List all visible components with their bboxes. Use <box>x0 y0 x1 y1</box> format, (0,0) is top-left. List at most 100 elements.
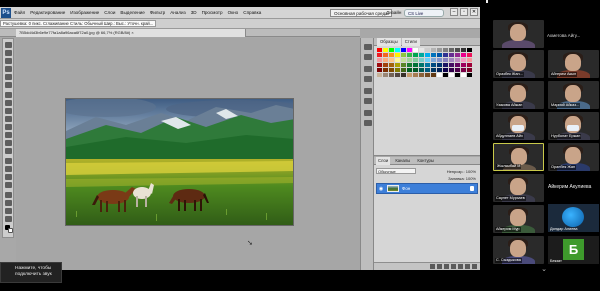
adjustments-panel-icon[interactable] <box>364 66 372 72</box>
color-swatch[interactable] <box>413 58 418 62</box>
clone-stamp-tool-icon[interactable] <box>5 108 12 114</box>
participant-tile[interactable]: Айгерим Акыл <box>548 50 599 78</box>
menu-image[interactable]: Изображение <box>70 7 99 19</box>
color-swatch[interactable] <box>383 68 388 72</box>
color-swatch[interactable] <box>431 68 436 72</box>
3d-camera-tool-icon[interactable] <box>5 200 12 206</box>
color-swatch[interactable] <box>467 68 472 72</box>
opacity-field[interactable]: Непрозр.: 100% <box>447 168 476 175</box>
participant-name-card[interactable]: Айкерим Акулиева <box>548 184 600 190</box>
color-swatch[interactable] <box>437 48 442 52</box>
gradient-tool-icon[interactable] <box>5 132 12 138</box>
chevron-down-icon[interactable]: ⌄ <box>538 266 550 274</box>
eye-icon[interactable]: ◉ <box>378 186 384 192</box>
color-swatch[interactable] <box>383 73 388 77</box>
color-swatch[interactable] <box>425 53 430 57</box>
color-swatch[interactable] <box>377 53 382 57</box>
color-swatch[interactable] <box>443 48 448 52</box>
tab-layers[interactable]: Слои <box>376 157 391 165</box>
minimize-button[interactable]: – <box>450 8 458 16</box>
document-tab[interactable]: 7B5dd4d3b6e9e77fa1a8a96aca6f72a0.jpg @ 6… <box>16 29 246 37</box>
color-swatch[interactable] <box>413 53 418 57</box>
color-swatch[interactable] <box>449 63 454 67</box>
color-swatch[interactable] <box>395 58 400 62</box>
color-swatch[interactable] <box>431 63 436 67</box>
zoom-tool-icon[interactable] <box>5 216 12 222</box>
color-swatch[interactable] <box>395 48 400 52</box>
color-swatch[interactable] <box>401 58 406 62</box>
color-swatch[interactable] <box>377 63 382 67</box>
brush-tool-icon[interactable] <box>5 100 12 106</box>
participant-tile[interactable]: Оралбек Жан <box>548 143 599 171</box>
color-swatch[interactable] <box>449 53 454 57</box>
color-swatch[interactable] <box>425 48 430 52</box>
new-layer-icon[interactable] <box>465 264 470 269</box>
color-panel-icon[interactable] <box>364 88 372 94</box>
color-swatch[interactable] <box>437 73 442 77</box>
color-swatch[interactable] <box>431 48 436 52</box>
color-swatch[interactable] <box>383 58 388 62</box>
history-brush-tool-icon[interactable] <box>5 116 12 122</box>
color-swatch[interactable] <box>389 68 394 72</box>
paragraph-panel-icon[interactable] <box>364 120 372 126</box>
type-tool-icon[interactable] <box>5 166 12 172</box>
color-swatch[interactable] <box>425 68 430 72</box>
blur-tool-icon[interactable] <box>5 140 12 146</box>
color-swatch[interactable] <box>431 58 436 62</box>
unmute-tooltip[interactable]: Нажмите, чтобы подключить звук <box>0 262 62 283</box>
color-swatch[interactable] <box>413 73 418 77</box>
color-swatch[interactable] <box>455 68 460 72</box>
color-swatch[interactable] <box>383 48 388 52</box>
color-swatch[interactable] <box>413 63 418 67</box>
color-swatch[interactable] <box>389 58 394 62</box>
color-swatch[interactable] <box>401 53 406 57</box>
color-swatch[interactable] <box>395 73 400 77</box>
color-swatch[interactable] <box>401 48 406 52</box>
color-swatch[interactable] <box>449 58 454 62</box>
tab-paths[interactable]: Контуры <box>415 157 435 165</box>
color-swatch[interactable] <box>377 73 382 77</box>
path-select-tool-icon[interactable] <box>5 174 12 180</box>
color-swatch[interactable] <box>467 63 472 67</box>
color-swatch[interactable] <box>461 73 466 77</box>
menu-help[interactable]: Справка <box>243 7 261 19</box>
workspace-button[interactable]: Основная рабочая среда <box>330 9 392 17</box>
color-swatch[interactable] <box>443 63 448 67</box>
color-swatch[interactable] <box>467 48 472 52</box>
color-swatch[interactable] <box>377 68 382 72</box>
color-swatch[interactable] <box>431 53 436 57</box>
lasso-tool-icon[interactable] <box>5 58 12 64</box>
participant-tile[interactable] <box>493 20 544 48</box>
color-swatch[interactable] <box>395 68 400 72</box>
color-swatch[interactable] <box>389 48 394 52</box>
participant-tile[interactable]: Саулет Мурзаев <box>493 174 544 202</box>
dodge-tool-icon[interactable] <box>5 148 12 154</box>
color-swatch[interactable] <box>443 58 448 62</box>
layer-row-background[interactable]: ◉ Фон <box>376 183 478 194</box>
color-swatch[interactable] <box>425 58 430 62</box>
link-layers-icon[interactable] <box>430 264 435 269</box>
adjustment-layer-icon[interactable] <box>451 264 456 269</box>
color-swatch[interactable] <box>419 53 424 57</box>
hand-tool-icon[interactable] <box>5 208 12 214</box>
crop-tool-icon[interactable] <box>5 74 12 80</box>
color-swatch[interactable] <box>425 73 430 77</box>
color-swatch[interactable] <box>407 58 412 62</box>
color-swatch[interactable] <box>383 53 388 57</box>
color-swatch[interactable] <box>455 58 460 62</box>
color-swatch[interactable] <box>419 68 424 72</box>
color-swatch[interactable] <box>437 68 442 72</box>
color-swatch[interactable] <box>389 53 394 57</box>
menu-window[interactable]: Окно <box>228 7 239 19</box>
color-swatch[interactable] <box>461 48 466 52</box>
color-swatch[interactable] <box>401 73 406 77</box>
color-swatch[interactable] <box>449 73 454 77</box>
cs-live-button[interactable]: CS Live <box>404 9 444 17</box>
menu-view[interactable]: Просмотр <box>202 7 223 19</box>
color-swatch[interactable] <box>455 73 460 77</box>
menu-edit[interactable]: Редактирование <box>30 7 65 19</box>
menu-layers[interactable]: Слои <box>104 7 115 19</box>
design-workspace-link[interactable]: Дизайн <box>386 7 401 19</box>
add-mask-icon[interactable] <box>444 264 449 269</box>
color-swatch[interactable] <box>467 58 472 62</box>
